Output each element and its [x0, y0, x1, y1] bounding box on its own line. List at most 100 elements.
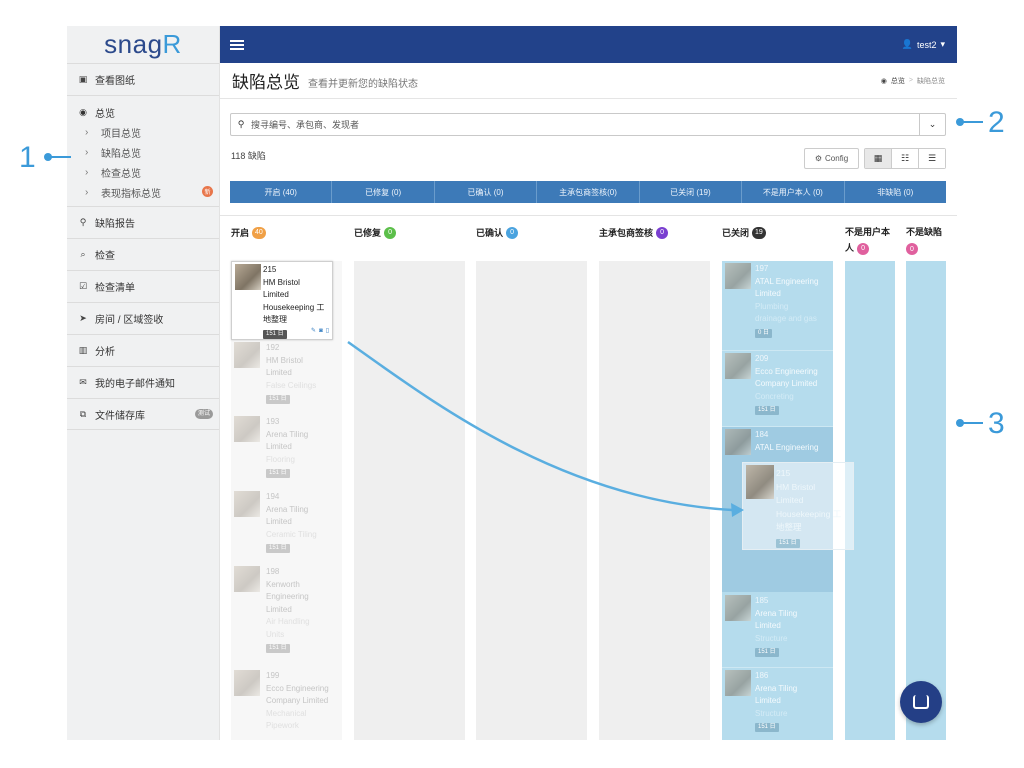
dashboard-icon: ◉	[880, 77, 887, 85]
age-tag: 151 日	[266, 544, 290, 553]
defect-count: 118 缺陷	[231, 151, 266, 161]
dragged-defect-card[interactable]: 215 HM Bristol Limited Housekeeping 工 地整…	[742, 462, 854, 550]
defect-card[interactable]: 199 Ecco Engineering Company Limited Mec…	[231, 668, 342, 738]
sidebar-item-file-store[interactable]: ⧉ 文件储存库 测试	[67, 398, 219, 430]
divider	[220, 215, 957, 216]
user-icon: 👤	[901, 39, 913, 49]
defect-thumbnail	[234, 342, 260, 368]
defect-number: 185	[755, 596, 769, 605]
sidebar-item-email-notifications[interactable]: ✉ 我的电子邮件通知	[67, 366, 219, 398]
logo[interactable]: snag R	[67, 26, 219, 63]
callout-dot	[44, 153, 52, 161]
age-tag: 151 日	[266, 469, 290, 478]
age-tag: 151 日	[266, 395, 290, 404]
breadcrumb-home[interactable]: 总览	[891, 76, 905, 86]
sidebar-item-label: 分析	[95, 347, 115, 358]
company-name: Kenworth	[266, 579, 300, 589]
sidebar-item-defect-report[interactable]: ⚲ 缺陷报告	[67, 206, 219, 238]
tab-contractor-signoff[interactable]: 主承包商签核(0)	[536, 181, 638, 203]
view-toggle: ▦ ☷ ☰	[864, 148, 946, 169]
sidebar-item-analysis[interactable]: ▥ 分析	[67, 334, 219, 366]
search-icon: ⌕	[80, 249, 86, 259]
company-name: Arena Tiling	[266, 429, 309, 439]
company-name: Limited	[266, 517, 292, 526]
callout-dot	[956, 118, 964, 126]
sidebar-item-label: 文件储存库	[95, 410, 145, 422]
compact-list-icon[interactable]: ☰	[918, 149, 945, 168]
chat-button[interactable]	[900, 681, 942, 723]
defect-thumbnail	[725, 595, 751, 621]
sidebar-item-kpi-overview[interactable]: › 表现指标总览 新	[67, 182, 219, 202]
chevron-right-icon: ›	[85, 126, 89, 138]
envelope-icon: ✉	[79, 377, 87, 387]
column-header-closed: 已关闭 19	[722, 226, 766, 239]
hamburger-menu-icon[interactable]	[230, 39, 244, 50]
defect-card[interactable]: 185 Arena Tiling Limited Structure 151 日	[722, 593, 833, 667]
defect-card[interactable]: 193 Arena Tiling Limited Flooring 151 日	[231, 414, 342, 488]
sidebar-item-inspection[interactable]: ⌕ 检查	[67, 238, 219, 270]
defect-card-selected[interactable]: 215 HM Bristol Limited Housekeeping 工 地整…	[231, 261, 333, 340]
callout-label-2: 2	[988, 106, 1005, 139]
defect-number: 215	[263, 265, 277, 274]
sidebar-item-checklist[interactable]: ☑ 检查清单	[67, 270, 219, 302]
column-title: 主承包商签核	[599, 228, 654, 238]
copy-icon: ⧉	[79, 408, 87, 419]
search-input[interactable]	[251, 114, 919, 135]
trash-icon[interactable]: ▯	[326, 325, 329, 338]
list-view-icon[interactable]: ☷	[891, 149, 918, 168]
user-menu[interactable]: 👤 test2 ▾	[902, 39, 945, 50]
sidebar-item-label: 检查清单	[95, 283, 135, 294]
config-button[interactable]: ⚙ Config	[804, 148, 859, 169]
defect-number: 197	[755, 264, 769, 273]
lane-contractor-signoff	[599, 261, 710, 740]
tab-open[interactable]: 开启 (40)	[230, 181, 331, 203]
defect-card[interactable]: 184 ATAL Engineering	[722, 427, 833, 462]
sidebar-item-inspection-overview[interactable]: › 检查总览	[67, 162, 219, 182]
checkbox-icon: ☑	[78, 281, 88, 291]
tab-closed[interactable]: 已关闭 (19)	[638, 181, 741, 203]
defect-card[interactable]: 198 Kenworth Engineering Limited Air Han…	[231, 564, 342, 667]
grid-view-icon[interactable]: ▦	[865, 149, 891, 168]
sidebar-item-label: 检查总览	[101, 168, 141, 180]
search-bar: ⚲ ⌄	[230, 113, 946, 136]
pencil-icon[interactable]: ✎	[311, 325, 316, 338]
defect-thumbnail	[725, 353, 751, 379]
count-badge: 19	[752, 226, 766, 239]
task-name: Housekeeping 工	[776, 508, 842, 519]
defect-thumbnail	[725, 263, 751, 289]
caret-down-icon: ▾	[940, 39, 945, 49]
sidebar-item-label: 检查	[95, 251, 115, 262]
sidebar-item-view-drawings[interactable]: ▣ 查看图纸	[67, 63, 219, 95]
defect-card[interactable]: 209 Ecco Engineering Company Limited Con…	[722, 351, 833, 426]
task-name: 地整理	[776, 522, 802, 532]
defect-card[interactable]: 194 Arena Tiling Limited Ceramic Tiling …	[231, 489, 342, 564]
image-icon: ▣	[78, 74, 88, 84]
sidebar-item-room-signoff[interactable]: ➤ 房间 / 区域签收	[67, 302, 219, 334]
company-name: Limited	[755, 621, 781, 630]
tab-fixed[interactable]: 已修复 (0)	[331, 181, 433, 203]
defect-card[interactable]: 186 Arena Tiling Limited Structure 151 日	[722, 668, 833, 738]
company-name: HM Bristol	[776, 481, 816, 492]
tab-not-defect[interactable]: 非缺陷 (0)	[843, 181, 946, 203]
defect-card[interactable]: 192 HM Bristol Limited False Ceilings 15…	[231, 340, 342, 414]
status-filter-tabs: 开启 (40) 已修复 (0) 已确认 (0) 主承包商签核(0) 已关闭 (1…	[230, 181, 946, 203]
tab-not-user[interactable]: 不是用户本人 (0)	[741, 181, 843, 203]
defect-thumbnail	[725, 429, 751, 455]
task-name: Flooring	[266, 454, 295, 464]
company-name: HM Bristol	[266, 355, 303, 365]
age-tag: 151 日	[776, 538, 800, 548]
defect-card[interactable]: 197 ATAL Engineering Limited Plumbing dr…	[722, 261, 833, 350]
defect-number: 199	[266, 671, 280, 680]
defect-number: 194	[266, 492, 280, 501]
chevron-down-icon[interactable]: ⌄	[919, 114, 945, 135]
company-name: Ecco Engineering	[266, 683, 329, 693]
sidebar-item-project-overview[interactable]: › 项目总览	[67, 122, 219, 142]
callout-dot	[956, 419, 964, 427]
tab-verified[interactable]: 已确认 (0)	[433, 181, 536, 203]
sidebar-item-overview[interactable]: ◉ 总览	[67, 102, 219, 122]
dashboard-icon: ◉	[79, 106, 87, 117]
lane-fixed	[354, 261, 465, 740]
top-navbar: 👤 test2 ▾	[220, 26, 957, 63]
sidebar-item-defect-overview[interactable]: › 缺陷总览	[67, 142, 219, 162]
camera-icon[interactable]: ◙	[319, 325, 323, 338]
